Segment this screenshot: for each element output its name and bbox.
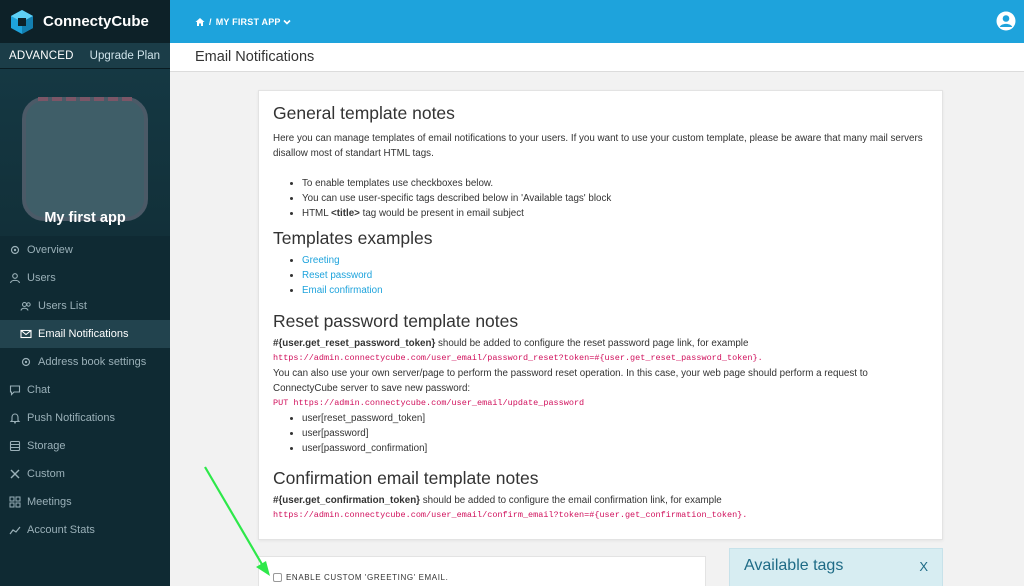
sidebar-item-users-list[interactable]: Users List: [0, 292, 170, 320]
sidebar: ConnectyCube ADVANCED Upgrade Plan My fi…: [0, 0, 170, 586]
confirmation-url: https://admin.connectycube.com/user_emai…: [273, 510, 748, 520]
connectycube-logo-icon: [11, 9, 33, 34]
sidebar-item-storage[interactable]: Storage: [0, 432, 170, 460]
sidebar-item-email-notifications[interactable]: Email Notifications: [0, 320, 170, 348]
user-icon: [9, 272, 21, 284]
storage-icon: [9, 440, 21, 452]
available-tags-panel: Available tags X: [729, 548, 943, 586]
email-confirmation-link[interactable]: Email confirmation: [302, 285, 383, 296]
title-tag-text: <title>: [331, 208, 360, 219]
app-area: My first app: [0, 69, 170, 236]
greeting-link[interactable]: Greeting: [302, 255, 340, 266]
greeting-email-toggle[interactable]: ENABLE CUSTOM 'GREETING' EMAIL.: [273, 573, 448, 582]
sidebar-item-label: Storage: [27, 440, 66, 452]
confirmation-token-description: should be added to configure the email c…: [420, 495, 722, 506]
sidebar-item-address-book[interactable]: Address book settings: [0, 348, 170, 376]
reset-token-tag: #{user.get_reset_password_token}: [273, 338, 436, 349]
sidebar-item-users[interactable]: Users: [0, 264, 170, 292]
sidebar-item-label: Account Stats: [27, 524, 95, 536]
sidebar-item-account-stats[interactable]: Account Stats: [0, 516, 170, 544]
sidebar-item-label: Push Notifications: [27, 412, 116, 424]
chat-bubble-icon: [9, 384, 21, 396]
sidebar-item-overview[interactable]: Overview: [0, 236, 170, 264]
page-title: Email Notifications: [195, 49, 315, 65]
user-account-icon[interactable]: [996, 11, 1016, 31]
stats-chart-icon: [9, 524, 21, 536]
reset-password-alt-text: You can also use your own server/page to…: [273, 368, 868, 394]
envelope-icon: [20, 328, 32, 340]
sidebar-item-label: Address book settings: [38, 356, 147, 368]
sidebar-item-meetings[interactable]: Meetings: [0, 488, 170, 516]
breadcrumb-separator: /: [209, 16, 212, 27]
general-notes-intro: Here you can manage templates of email n…: [273, 133, 923, 159]
close-icon[interactable]: X: [919, 559, 928, 574]
sidebar-item-label: Chat: [27, 384, 51, 396]
plan-bar: ADVANCED Upgrade Plan: [0, 43, 170, 69]
available-tags-title: Available tags: [744, 557, 844, 574]
list-item: You can use user-specific tags described…: [302, 191, 933, 206]
templates-examples-list: Greeting Reset password Email confirmati…: [273, 253, 933, 298]
reset-password-section: Reset password template notes #{user.get…: [273, 311, 933, 456]
list-item: HTML <title> tag would be present in ema…: [302, 206, 933, 221]
templates-examples-section: Templates examples Greeting Reset passwo…: [273, 228, 933, 298]
brand-name: ConnectyCube: [43, 13, 149, 30]
plan-name: ADVANCED: [9, 49, 74, 62]
sidebar-item-label: Meetings: [27, 496, 72, 508]
list-item: user[password]: [302, 426, 933, 441]
list-item: user[reset_password_token]: [302, 411, 933, 426]
general-notes-title: General template notes: [273, 103, 455, 123]
general-notes-section: General template notes Here you can mana…: [273, 103, 933, 221]
list-item: user[password_confirmation]: [302, 441, 933, 456]
upgrade-plan-link[interactable]: Upgrade Plan: [90, 50, 160, 62]
list-item: Reset password: [302, 268, 933, 283]
reset-password-url: https://admin.connectycube.com/user_emai…: [273, 353, 763, 363]
gear-icon: [20, 356, 32, 368]
sidebar-nav: Overview Users Users List Email Notifica…: [0, 236, 170, 544]
brand[interactable]: ConnectyCube: [0, 0, 170, 43]
meetings-icon: [9, 496, 21, 508]
users-icon: [20, 300, 32, 312]
chevron-down-icon: [283, 19, 291, 25]
templates-examples-title: Templates examples: [273, 228, 433, 248]
home-icon[interactable]: [195, 17, 205, 27]
list-item-text: tag would be present in email subject: [359, 208, 524, 219]
app-icon[interactable]: [22, 97, 148, 221]
update-password-params: user[reset_password_token] user[password…: [273, 411, 933, 456]
reset-password-link[interactable]: Reset password: [302, 270, 372, 281]
sidebar-item-label: Users: [27, 272, 56, 284]
sidebar-item-label: Users List: [38, 300, 87, 312]
list-item-text: HTML: [302, 208, 332, 219]
sidebar-item-label: Overview: [27, 244, 73, 256]
confirmation-tag-text: #{user.get_confirmation_token} should be…: [273, 493, 933, 508]
enable-greeting-label: ENABLE CUSTOM 'GREETING' EMAIL.: [286, 573, 449, 582]
template-notes-card: General template notes Here you can mana…: [258, 90, 943, 540]
reset-token-description: should be added to configure the reset p…: [435, 338, 749, 349]
gear-icon: [9, 244, 21, 256]
breadcrumb-app-dropdown[interactable]: MY FIRST APP: [216, 17, 291, 27]
tools-icon: [9, 468, 21, 480]
sidebar-item-chat[interactable]: Chat: [0, 376, 170, 404]
sidebar-item-push-notifications[interactable]: Push Notifications: [0, 404, 170, 432]
enable-greeting-checkbox[interactable]: [273, 573, 282, 582]
app-name: My first app: [44, 210, 126, 226]
confirmation-section: Confirmation email template notes #{user…: [273, 468, 933, 523]
general-notes-list: To enable templates use checkboxes below…: [273, 176, 933, 221]
bell-icon: [9, 412, 21, 424]
reset-password-title: Reset password template notes: [273, 311, 519, 331]
list-item: To enable templates use checkboxes below…: [302, 176, 933, 191]
sidebar-item-label: Custom: [27, 468, 65, 480]
page-header: Email Notifications: [170, 43, 1024, 72]
list-item: Greeting: [302, 253, 933, 268]
sidebar-item-label: Email Notifications: [38, 328, 129, 340]
confirmation-title: Confirmation email template notes: [273, 468, 539, 488]
update-password-endpoint: PUT https://admin.connectycube.com/user_…: [273, 398, 585, 408]
top-bar: / MY FIRST APP: [170, 0, 1024, 43]
breadcrumb-app-label: MY FIRST APP: [215, 16, 281, 27]
confirmation-token-tag: #{user.get_confirmation_token}: [273, 495, 420, 506]
reset-password-tag-text: #{user.get_reset_password_token} should …: [273, 336, 933, 351]
list-item: Email confirmation: [302, 283, 933, 298]
sidebar-item-custom[interactable]: Custom: [0, 460, 170, 488]
greeting-email-panel: ENABLE CUSTOM 'GREETING' EMAIL.: [258, 556, 706, 586]
